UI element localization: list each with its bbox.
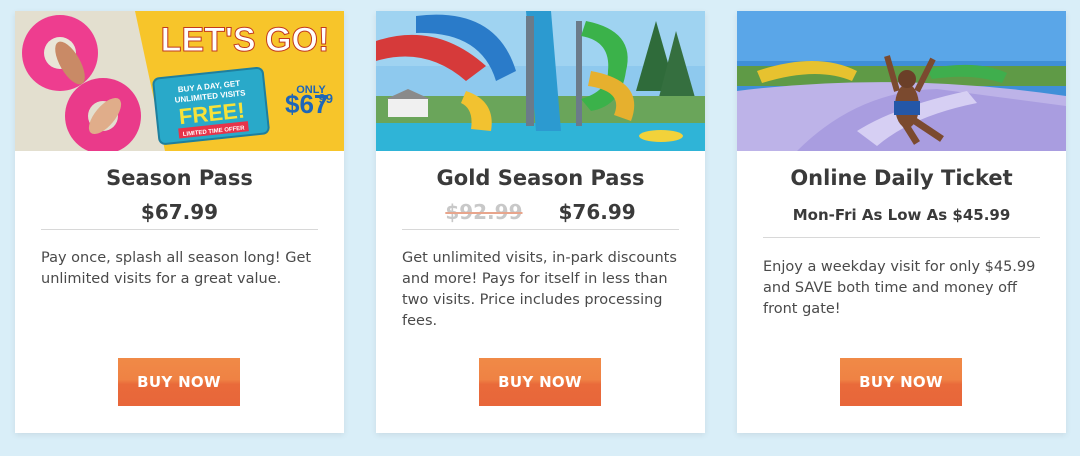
buy-now-button[interactable]: BUY NOW [479, 358, 601, 406]
card-divider [763, 237, 1040, 238]
sale-price: $76.99 [558, 200, 636, 224]
buy-now-button[interactable]: BUY NOW [118, 358, 240, 406]
card-divider [402, 229, 679, 230]
card-description: Enjoy a weekday visit for only $45.99 an… [763, 259, 1036, 317]
original-price: $92.99 [445, 200, 523, 224]
season-pass-banner-image[interactable]: LET'S GO! BUY A DAY, GET UNLIMITED VISIT… [15, 11, 344, 151]
season-pass-card: LET'S GO! BUY A DAY, GET UNLIMITED VISIT… [15, 11, 344, 433]
banner-headline: LET'S GO! [161, 21, 330, 59]
card-description: Get unlimited visits, in-park discounts … [402, 250, 677, 329]
gold-season-pass-card: Gold Season Pass $92.99 $76.99 Get unlimi… [376, 11, 705, 433]
gold-season-pass-image[interactable] [376, 11, 705, 151]
card-title: Season Pass [106, 166, 253, 190]
card-subtitle: Mon-Fri As Low As $45.99 [792, 206, 1011, 224]
online-daily-ticket-image[interactable] [737, 11, 1066, 151]
card-title: Online Daily Ticket [790, 166, 1013, 190]
banner-price-cents: 99 [319, 91, 333, 106]
card-description: Pay once, splash all season long! Get un… [41, 250, 312, 287]
card-price-line: $92.99 $76.99 [376, 200, 705, 224]
card-title: Gold Season Pass [436, 166, 645, 190]
online-daily-ticket-card: Online Daily Ticket Mon-Fri As Low As $4… [737, 11, 1066, 433]
card-price: $67.99 [140, 200, 219, 224]
buy-now-button[interactable]: BUY NOW [840, 358, 962, 406]
card-divider [41, 229, 318, 230]
